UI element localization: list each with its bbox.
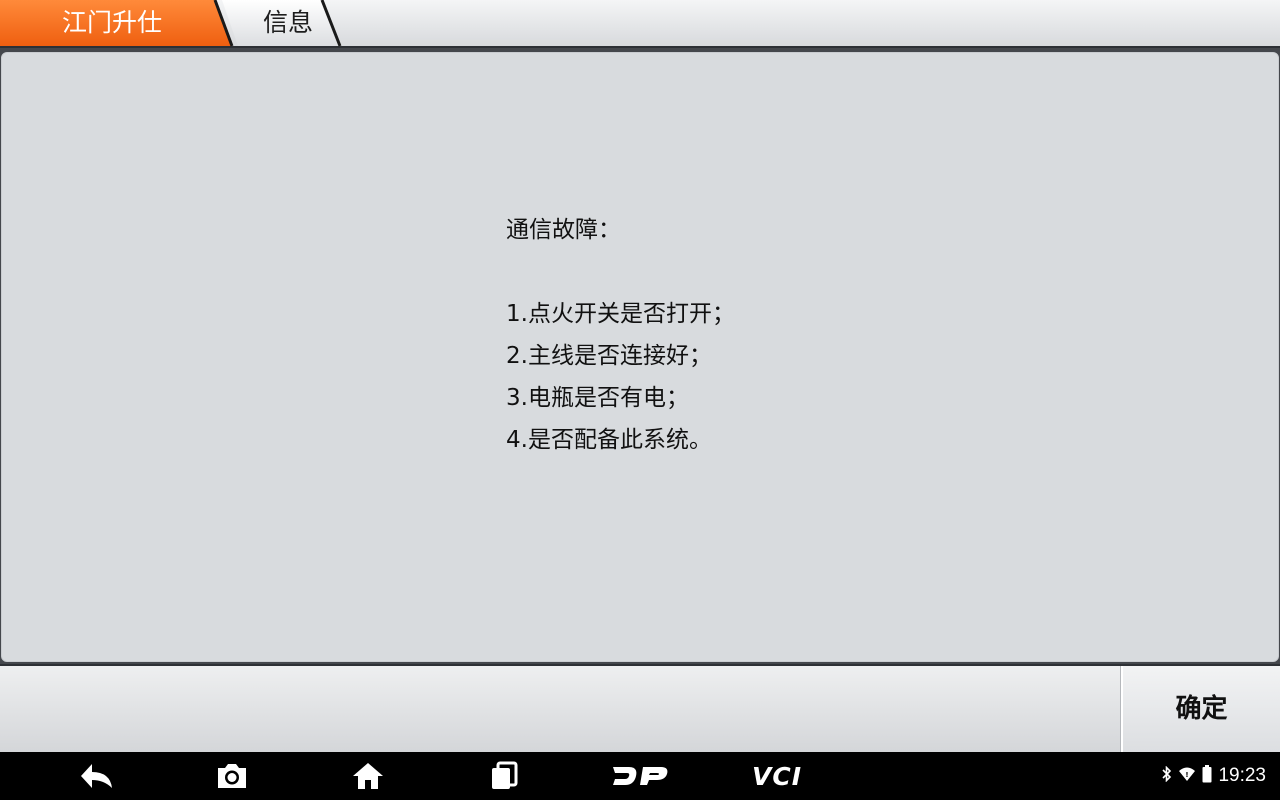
action-bar: 确定	[0, 664, 1280, 752]
app-root: 江门升仕 信息 通信故障： 1.点火开关是否打开； 2.主线是否连接好； 3.电…	[0, 0, 1280, 800]
back-icon[interactable]	[67, 756, 127, 796]
message-item: 3.电瓶是否有电；	[506, 385, 689, 411]
message-item: 4.是否配备此系统。	[506, 427, 712, 453]
clock: 19:23	[1218, 765, 1266, 786]
message-title: 通信故障：	[506, 217, 621, 243]
vci-label: VCI	[752, 761, 802, 791]
message-spacer	[506, 251, 735, 293]
screenshot-icon[interactable]	[202, 756, 262, 796]
wifi-icon: !	[1178, 766, 1196, 786]
bluetooth-icon	[1162, 765, 1172, 786]
vci-icon[interactable]: VCI	[744, 756, 810, 796]
message-item: 1.点火开关是否打开；	[506, 301, 735, 327]
message-panel: 通信故障： 1.点火开关是否打开； 2.主线是否连接好； 3.电瓶是否有电； 4…	[1, 52, 1279, 662]
svg-text:!: !	[1186, 771, 1189, 779]
recent-apps-icon[interactable]	[474, 756, 534, 796]
confirm-button[interactable]: 确定	[1121, 666, 1280, 752]
breadcrumb-current: 信息	[263, 8, 314, 37]
system-nav-bar: VCI ! 19:23	[0, 752, 1280, 800]
message-item: 2.主线是否连接好；	[506, 343, 712, 369]
breadcrumb-home[interactable]: 江门升仕	[62, 0, 162, 46]
home-icon[interactable]	[338, 756, 398, 796]
message-body: 通信故障： 1.点火开关是否打开； 2.主线是否连接好； 3.电瓶是否有电； 4…	[506, 209, 735, 461]
dp-logo-icon[interactable]	[608, 756, 672, 796]
breadcrumb: 江门升仕 信息	[0, 0, 1280, 48]
status-area: ! 19:23	[1162, 752, 1266, 800]
battery-icon	[1202, 765, 1212, 787]
